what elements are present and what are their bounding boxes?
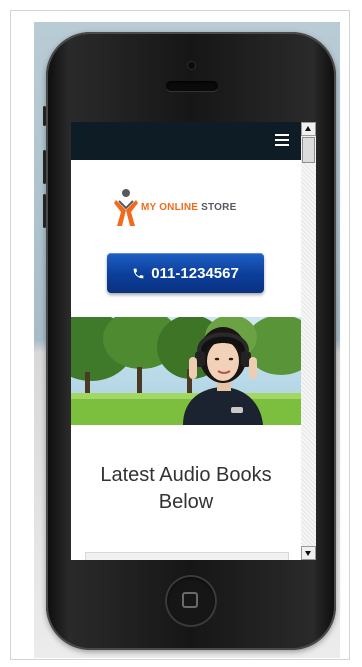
section-heading-line1: Latest Audio Books <box>100 464 272 486</box>
home-button[interactable] <box>165 575 217 627</box>
logo-text-primary: MY ONLINE <box>141 202 199 213</box>
logo-text-secondary: STORE <box>201 202 237 213</box>
volume-down-button <box>43 194 46 228</box>
phone-screen: MY ONLINE STORE 011-1234567 Latest Audio… <box>71 122 301 560</box>
phone-icon <box>133 268 144 278</box>
call-button[interactable]: 011-1234567 <box>107 253 264 293</box>
hero-image <box>71 317 301 425</box>
logo-text: MY ONLINE STORE <box>141 202 236 213</box>
scroll-up-button[interactable] <box>301 122 316 136</box>
section-heading-line2: Below <box>158 491 214 513</box>
product-card[interactable] <box>85 552 289 560</box>
scroll-down-button[interactable] <box>301 546 316 560</box>
scrollbar-thumb[interactable] <box>302 137 315 163</box>
hamburger-menu-icon[interactable] <box>275 134 289 146</box>
silent-switch <box>43 106 46 126</box>
volume-up-button <box>43 150 46 184</box>
scroll-down-arrow-icon <box>305 551 311 556</box>
earpiece-speaker <box>166 81 218 91</box>
section-heading: Latest Audio Books Below <box>71 462 301 516</box>
logo-figure-icon <box>114 189 138 226</box>
home-button-icon <box>182 592 198 608</box>
hero-photo <box>71 317 301 425</box>
screen-scrollbar[interactable] <box>301 122 316 560</box>
site-logo[interactable]: MY ONLINE STORE <box>113 188 263 228</box>
front-camera <box>188 62 195 69</box>
call-button-label: 011-1234567 <box>151 264 239 282</box>
top-navbar <box>71 122 301 160</box>
scroll-up-arrow-icon <box>305 126 311 131</box>
